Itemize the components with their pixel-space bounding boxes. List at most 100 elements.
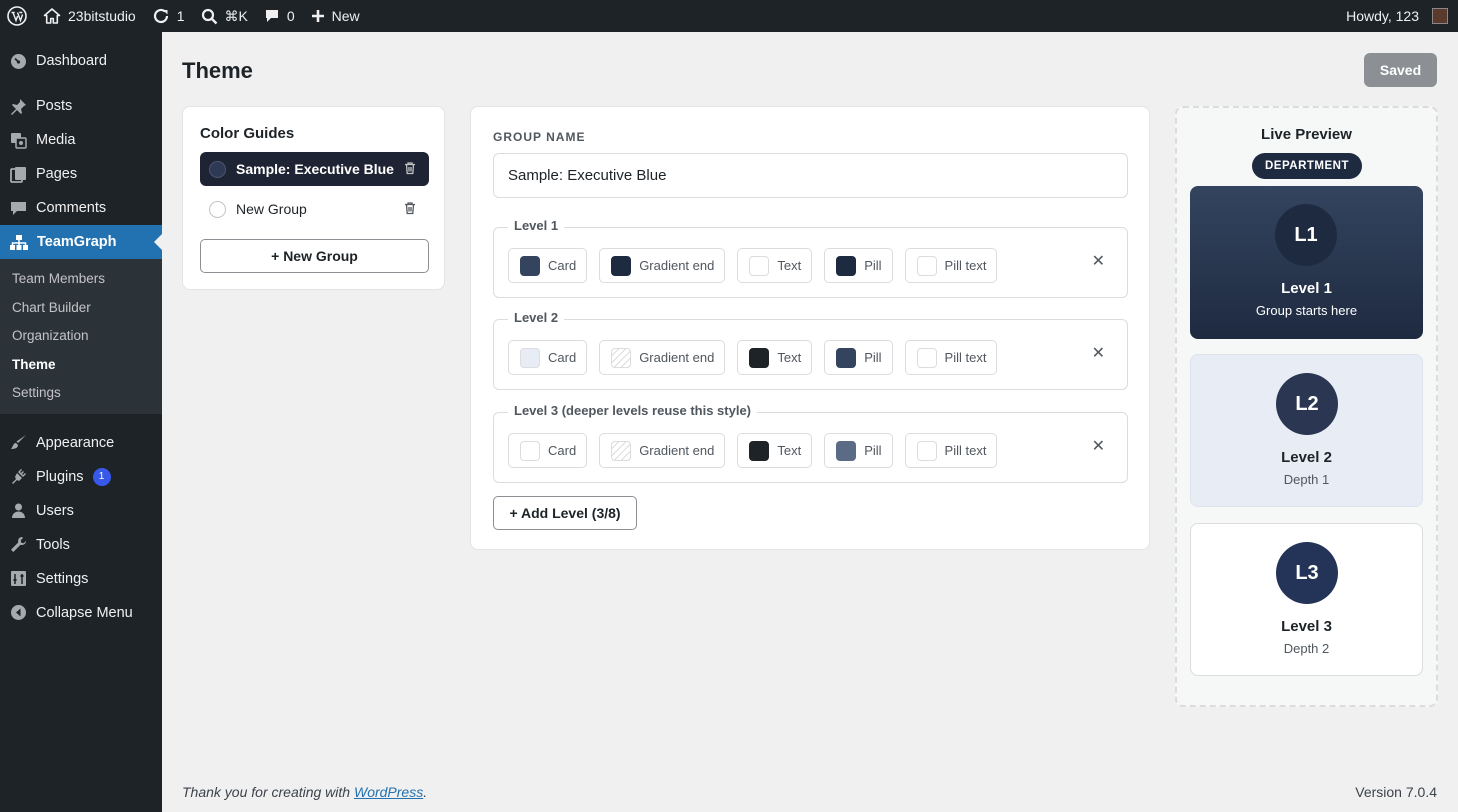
pages-icon — [10, 166, 26, 183]
swatch-pill[interactable]: Pill — [824, 248, 893, 283]
my-account-link[interactable]: Howdy, 123 — [1338, 0, 1458, 32]
swatch-text[interactable]: Text — [737, 433, 813, 468]
swatch-text[interactable]: Text — [737, 340, 813, 375]
color-chip — [520, 440, 540, 461]
sidebar-item-label: Media — [36, 132, 76, 148]
swatch-label: Gradient end — [639, 443, 715, 458]
guide-color-dot — [209, 160, 226, 178]
preview-card-level-2: L2 Level 2 Depth 1 — [1190, 354, 1423, 507]
footer-thanks-suffix: . — [423, 784, 428, 800]
site-name-link[interactable]: 23bitstudio — [35, 0, 144, 32]
sidebar-item-appearance[interactable]: Appearance — [0, 426, 162, 460]
sidebar-item-settings[interactable]: Settings — [0, 562, 162, 596]
refresh-icon — [153, 8, 168, 24]
sidebar-item-users[interactable]: Users — [0, 494, 162, 528]
swatch-pill-text[interactable]: Pill text — [904, 433, 998, 468]
group-name-input[interactable] — [493, 153, 1128, 198]
admin-sidebar: Dashboard Posts Media Pages Comments Tea… — [0, 32, 162, 812]
saved-button[interactable]: Saved — [1364, 53, 1437, 87]
admin-bar: 23bitstudio 1 ⌘K 0 New Howdy, 123 — [0, 0, 1458, 32]
new-group-button[interactable]: + New Group — [200, 239, 429, 273]
remove-level-button[interactable]: ✕ — [1092, 439, 1105, 455]
swatch-gradient-end[interactable]: Gradient end — [599, 248, 726, 283]
sidebar-item-media[interactable]: Media — [0, 123, 162, 157]
swatch-text[interactable]: Text — [737, 248, 813, 283]
brush-icon — [11, 435, 26, 449]
submenu-settings[interactable]: Settings — [0, 379, 162, 408]
color-chip — [836, 440, 857, 461]
department-pill: DEPARTMENT — [1252, 153, 1362, 179]
swatch-label: Gradient end — [639, 350, 715, 365]
level-legend: Level 2 — [508, 310, 565, 325]
updates-link[interactable]: 1 — [144, 0, 193, 32]
submenu-chart-builder[interactable]: Chart Builder — [0, 294, 162, 323]
submenu-organization[interactable]: Organization — [0, 322, 162, 351]
group-editor-panel: GROUP NAME Level 1 Card Gradient end Tex… — [470, 106, 1150, 550]
sidebar-item-comments[interactable]: Comments — [0, 191, 162, 225]
color-chip — [749, 255, 770, 276]
sidebar-item-posts[interactable]: Posts — [0, 89, 162, 123]
swatch-card[interactable]: Card — [508, 248, 588, 283]
plus-icon — [311, 10, 324, 22]
swatch-pill[interactable]: Pill — [824, 433, 893, 468]
sidebar-item-label: Settings — [36, 570, 89, 587]
dashboard-icon — [11, 53, 26, 69]
search-shortcut-button[interactable]: ⌘K — [193, 0, 256, 32]
preview-card-subtitle: Depth 1 — [1283, 472, 1330, 487]
preview-card-level-3: L3 Level 3 Depth 2 — [1190, 523, 1423, 676]
comments-link[interactable]: 0 — [256, 0, 303, 32]
color-chip — [836, 347, 857, 368]
org-chart-icon — [10, 234, 28, 250]
howdy-text: Howdy, 123 — [1346, 8, 1419, 24]
sidebar-item-label: Plugins — [36, 468, 84, 485]
swatch-pill-text[interactable]: Pill text — [904, 248, 998, 283]
submenu-theme[interactable]: Theme — [0, 351, 162, 380]
sidebar-item-label: TeamGraph — [37, 234, 117, 250]
swatch-card[interactable]: Card — [508, 433, 588, 468]
swatch-pill-text[interactable]: Pill text — [904, 340, 998, 375]
pin-icon — [11, 98, 26, 115]
remove-level-button[interactable]: ✕ — [1092, 346, 1105, 362]
sidebar-item-label: Users — [36, 502, 74, 519]
trash-icon[interactable] — [403, 161, 417, 175]
trash-icon[interactable] — [403, 201, 417, 215]
level-1-row: Level 1 Card Gradient end Text Pill Pill… — [493, 218, 1128, 298]
wordpress-logo-button[interactable] — [0, 0, 35, 32]
submenu-team-members[interactable]: Team Members — [0, 265, 162, 294]
swatch-label: Gradient end — [639, 258, 715, 273]
level-avatar: L3 — [1276, 542, 1338, 604]
sidebar-item-plugins[interactable]: Plugins 1 — [0, 460, 162, 494]
sidebar-item-dashboard[interactable]: Dashboard — [0, 44, 162, 78]
swatch-gradient-end[interactable]: Gradient end — [599, 433, 726, 468]
plugins-update-badge: 1 — [92, 467, 111, 486]
color-chip — [749, 347, 770, 368]
swatch-pill[interactable]: Pill — [824, 340, 893, 375]
page-title: Theme — [182, 58, 253, 83]
sidebar-item-tools[interactable]: Tools — [0, 528, 162, 562]
new-content-link[interactable]: New — [303, 0, 368, 32]
level-2-row: Level 2 Card Gradient end Text Pill Pill… — [493, 310, 1128, 390]
swatch-card[interactable]: Card — [508, 340, 588, 375]
settings-icon — [11, 571, 26, 586]
collapse-menu-button[interactable]: Collapse Menu — [0, 596, 162, 630]
guide-item-label: New Group — [236, 201, 307, 217]
sidebar-item-label: Appearance — [36, 434, 115, 451]
guide-item-executive-blue[interactable]: Sample: Executive Blue — [200, 152, 429, 186]
swatch-gradient-end[interactable]: Gradient end — [599, 340, 726, 375]
footer-thanks: Thank you for creating with WordPress. — [182, 784, 427, 800]
swatch-label: Text — [777, 258, 802, 273]
color-guides-panel: Color Guides Sample: Executive Blue New … — [182, 106, 445, 290]
updates-count: 1 — [176, 8, 185, 24]
wordpress-link[interactable]: WordPress — [354, 784, 423, 800]
remove-level-button[interactable]: ✕ — [1092, 254, 1105, 270]
guide-item-new-group[interactable]: New Group — [200, 192, 429, 226]
preview-card-level-1: L1 Level 1 Group starts here — [1190, 186, 1423, 339]
color-chip — [520, 347, 540, 368]
sidebar-item-pages[interactable]: Pages — [0, 157, 162, 191]
level-avatar: L1 — [1275, 204, 1337, 266]
sidebar-item-teamgraph[interactable]: TeamGraph — [0, 225, 162, 259]
swatch-label: Pill text — [944, 443, 987, 458]
color-guides-title: Color Guides — [200, 125, 295, 142]
swatch-label: Pill text — [944, 258, 987, 273]
add-level-button[interactable]: + Add Level (3/8) — [493, 496, 637, 530]
